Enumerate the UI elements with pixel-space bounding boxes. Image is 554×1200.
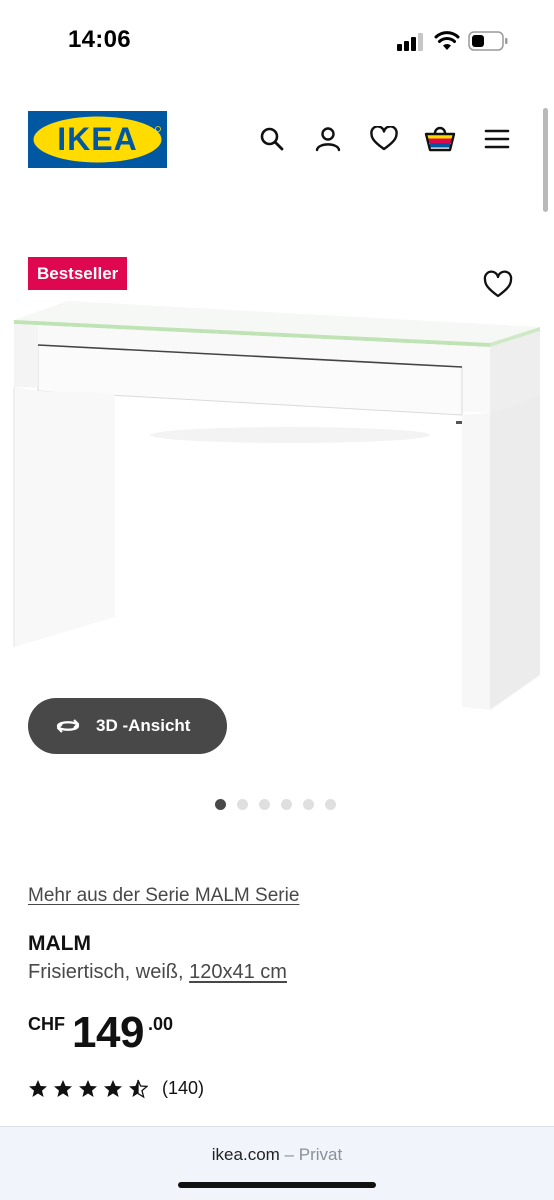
product-description-text: Frisiertisch, weiß, bbox=[28, 961, 190, 983]
star-icon bbox=[79, 1079, 97, 1097]
signal-icon bbox=[397, 33, 425, 51]
product-description: Frisiertisch, weiß, 120x41 cm bbox=[28, 961, 287, 984]
url-separator: – bbox=[284, 1145, 295, 1164]
half-star-icon bbox=[129, 1079, 148, 1098]
carousel-dot[interactable] bbox=[281, 799, 292, 810]
carousel-dot[interactable] bbox=[237, 799, 248, 810]
url-domain: ikea.com bbox=[211, 1145, 280, 1164]
ikea-logo[interactable]: IKEA bbox=[28, 111, 167, 168]
battery-icon bbox=[468, 31, 508, 51]
star-icon bbox=[104, 1079, 122, 1097]
product-rating[interactable]: (140) bbox=[28, 1078, 204, 1099]
status-time: 14:06 bbox=[68, 26, 131, 53]
rotate-3d-icon bbox=[56, 719, 80, 733]
image-carousel-dots[interactable] bbox=[215, 799, 336, 810]
status-bar: 14:06 bbox=[0, 0, 554, 84]
heart-icon[interactable] bbox=[367, 122, 401, 156]
page-scrollbar[interactable] bbox=[543, 108, 548, 212]
star-icon bbox=[54, 1079, 72, 1097]
star-icon bbox=[29, 1079, 47, 1097]
private-mode-label: Privat bbox=[298, 1145, 343, 1164]
product-image[interactable] bbox=[0, 295, 554, 715]
carousel-dot[interactable] bbox=[215, 799, 226, 810]
rating-count: (140) bbox=[162, 1078, 205, 1098]
carousel-dot[interactable] bbox=[259, 799, 270, 810]
price-decimal: .00 bbox=[148, 1014, 174, 1034]
home-indicator[interactable] bbox=[178, 1182, 376, 1188]
carousel-dot[interactable] bbox=[325, 799, 336, 810]
price-integer: 149 bbox=[72, 1008, 144, 1057]
account-icon[interactable] bbox=[311, 122, 345, 156]
browser-url-bar[interactable]: ikea.com – Privat bbox=[0, 1126, 554, 1200]
add-to-favourites-icon[interactable] bbox=[482, 269, 514, 301]
carousel-dot[interactable] bbox=[303, 799, 314, 810]
product-name: MALM bbox=[28, 932, 91, 955]
product-size-link[interactable]: 120x41 cm bbox=[189, 961, 287, 983]
menu-icon[interactable] bbox=[480, 122, 514, 156]
view-3d-label: 3D -Ansicht bbox=[96, 716, 191, 735]
rating-stars bbox=[28, 1079, 148, 1099]
price-currency: CHF bbox=[28, 1014, 65, 1034]
wifi-icon bbox=[434, 31, 460, 50]
series-link[interactable]: Mehr aus der Serie MALM Serie bbox=[28, 885, 299, 907]
bestseller-badge: Bestseller bbox=[28, 257, 128, 290]
url-text: ikea.com – Privat bbox=[0, 1145, 554, 1165]
search-icon[interactable] bbox=[255, 122, 289, 156]
logo-text: IKEA bbox=[57, 121, 137, 157]
view-3d-button[interactable]: 3D -Ansicht bbox=[28, 698, 227, 754]
basket-icon[interactable] bbox=[423, 122, 457, 156]
